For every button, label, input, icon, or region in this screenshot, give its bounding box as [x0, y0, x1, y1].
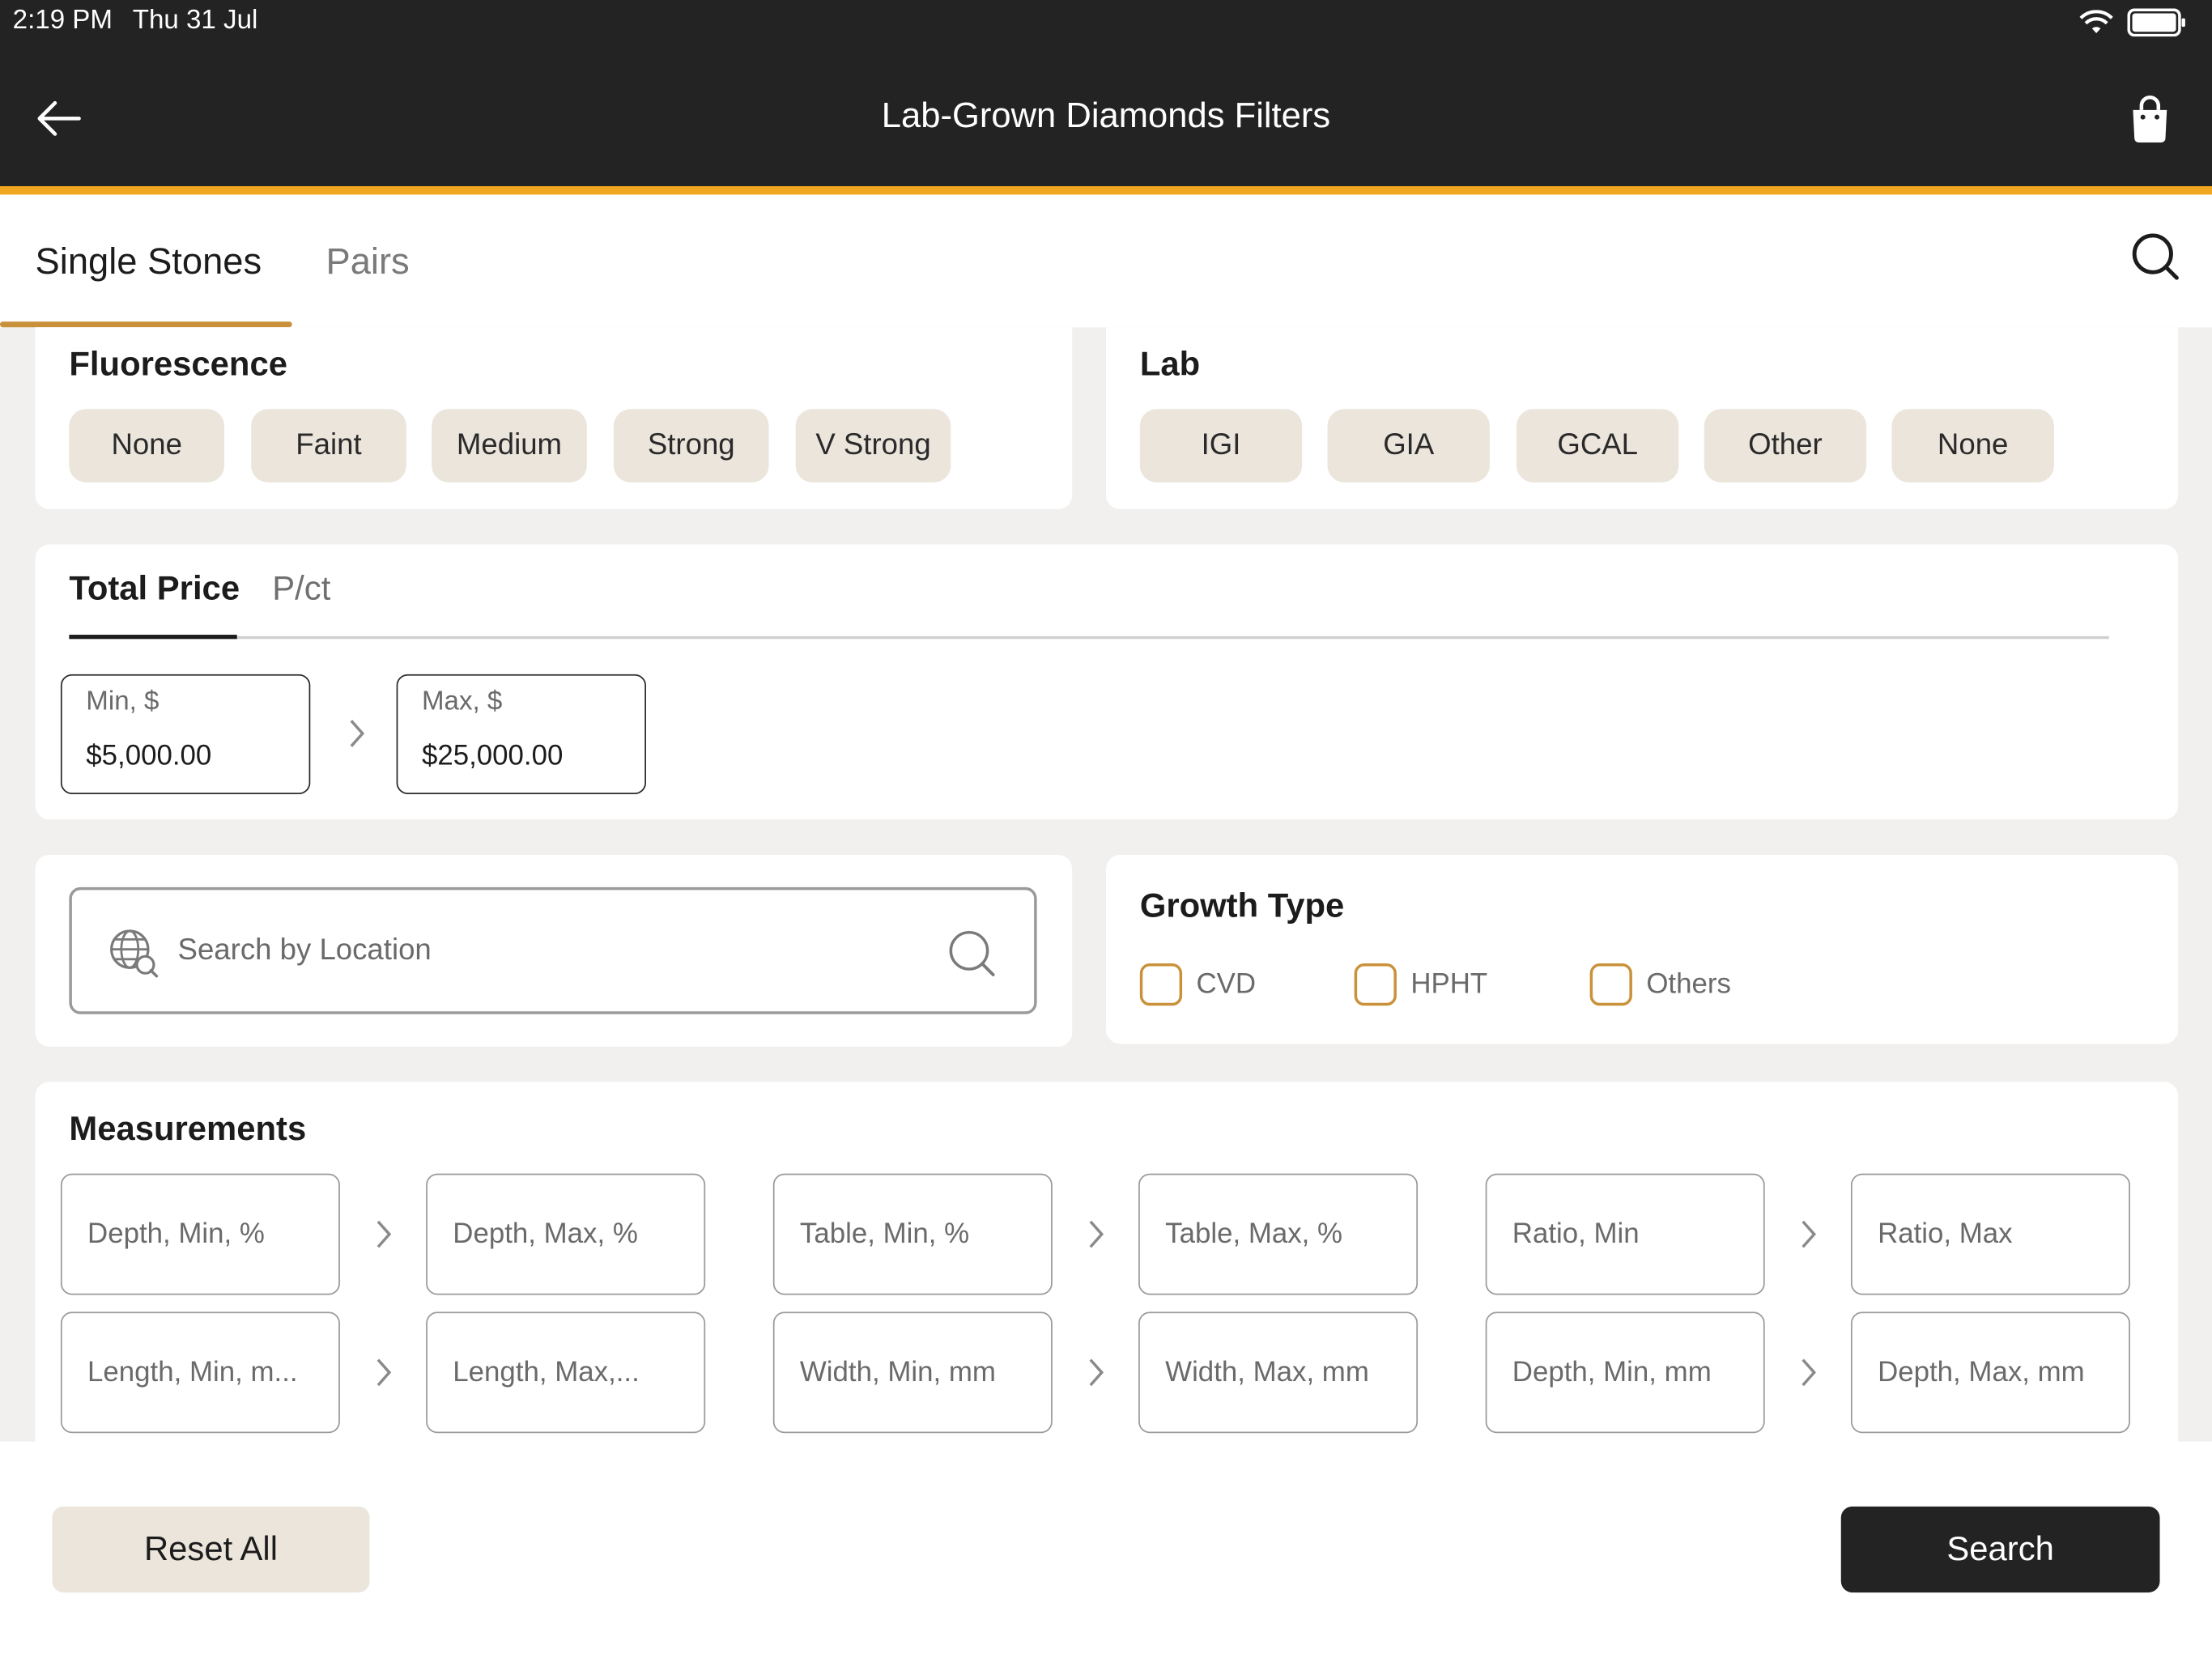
lab-option-igi[interactable]: IGI: [1139, 409, 1303, 483]
lab-option-other[interactable]: Other: [1704, 409, 1867, 483]
location-card: Search by Location: [35, 854, 1073, 1047]
lab-option-none[interactable]: None: [1891, 409, 2054, 483]
price-min-field[interactable]: Min, $ $5,000.00: [60, 674, 311, 794]
price-min-value: $5,000.00: [86, 740, 212, 772]
chevron-right-icon: [376, 1358, 392, 1387]
location-search-placeholder: Search by Location: [177, 933, 432, 967]
location-search-input[interactable]: Search by Location: [69, 886, 1037, 1014]
price-card: Total Price P/ct Min, $ $5,000.00 Max, $…: [35, 544, 2179, 820]
price-max-field[interactable]: Max, $ $25,000.00: [396, 674, 646, 794]
ratio-max-input[interactable]: Ratio, Max: [1850, 1173, 2130, 1295]
fluorescence-option-v-strong[interactable]: V Strong: [795, 409, 951, 483]
depth-max-percent-input[interactable]: Depth, Max, %: [426, 1173, 706, 1295]
app-root: 2:19 PM Thu 31 Jul Lab-Grown Diamonds Fi…: [0, 0, 2212, 1658]
lab-option-gcal[interactable]: GCAL: [1516, 409, 1679, 483]
chevron-right-icon: [1802, 1358, 1816, 1387]
reset-all-button[interactable]: Reset All: [52, 1506, 370, 1593]
tab-price-per-carat[interactable]: P/ct: [272, 570, 330, 610]
checkbox-cvd-label: CVD: [1196, 968, 1257, 1001]
ratio-min-input[interactable]: Ratio, Min: [1485, 1173, 1765, 1295]
checkbox-cvd[interactable]: [1139, 963, 1183, 1006]
depth-min-mm-input[interactable]: Depth, Min, mm: [1485, 1312, 1765, 1434]
lab-title: Lab: [1139, 345, 1201, 384]
fluorescence-option-none[interactable]: None: [69, 409, 225, 483]
status-date: Thu 31 Jul: [132, 5, 258, 36]
length-min-mm-input[interactable]: Length, Min, m...: [60, 1312, 340, 1434]
measurements-title: Measurements: [69, 1110, 307, 1149]
depth-max-mm-input[interactable]: Depth, Max, mm: [1850, 1312, 2130, 1434]
shopping-bag-icon: [2133, 96, 2167, 142]
search-submit-button[interactable]: Search: [1840, 1506, 2160, 1593]
lab-card: Lab IGI GIA GCAL Other None: [1106, 327, 2179, 509]
checkbox-hpht-label: HPHT: [1410, 968, 1488, 1001]
tab-single-stones[interactable]: Single Stones: [36, 240, 262, 283]
chevron-right-icon: [376, 1220, 392, 1248]
fluorescence-option-strong[interactable]: Strong: [613, 409, 769, 483]
wifi-icon: [2079, 10, 2113, 33]
search-icon: [2132, 233, 2179, 280]
search-icon: [949, 930, 995, 976]
width-min-mm-input[interactable]: Width, Min, mm: [772, 1312, 1053, 1434]
growth-type-title: Growth Type: [1139, 886, 1345, 925]
length-max-mm-input[interactable]: Length, Max,...: [426, 1312, 706, 1434]
tab-bar: Single Stones Pairs: [0, 194, 2212, 328]
chevron-right-icon: [1802, 1220, 1816, 1248]
price-min-label: Min, $: [86, 687, 160, 717]
chevron-right-icon: [350, 720, 365, 747]
fluorescence-title: Fluorescence: [69, 345, 287, 384]
checkbox-hpht[interactable]: [1354, 963, 1397, 1006]
fluorescence-card: Fluorescence None Faint Medium Strong V …: [35, 327, 1073, 509]
fluorescence-option-medium[interactable]: Medium: [432, 409, 587, 483]
price-max-value: $25,000.00: [421, 740, 564, 772]
price-tabs-divider: [69, 636, 2109, 639]
table-min-percent-input[interactable]: Table, Min, %: [772, 1173, 1053, 1295]
cart-button[interactable]: [2121, 91, 2178, 147]
page-title: Lab-Grown Diamonds Filters: [881, 96, 1331, 136]
footer-bar: Reset All Search: [0, 1441, 2212, 1658]
tab-total-price[interactable]: Total Price: [69, 570, 240, 610]
top-bar: 2:19 PM Thu 31 Jul Lab-Grown Diamonds Fi…: [0, 0, 2212, 186]
fluorescence-option-faint[interactable]: Faint: [251, 409, 406, 483]
depth-min-percent-input[interactable]: Depth, Min, %: [60, 1173, 340, 1295]
battery-icon: [2127, 8, 2185, 37]
price-max-label: Max, $: [421, 687, 503, 717]
width-max-mm-input[interactable]: Width, Max, mm: [1138, 1312, 1419, 1434]
globe-search-icon: [110, 929, 159, 978]
table-max-percent-input[interactable]: Table, Max, %: [1138, 1173, 1419, 1295]
chevron-right-icon: [1089, 1358, 1104, 1387]
checkbox-others[interactable]: [1589, 963, 1632, 1006]
measurements-card: Measurements Depth, Min, % Depth, Max, %…: [35, 1082, 2179, 1463]
chevron-right-icon: [1089, 1220, 1104, 1248]
status-icons: [2079, 8, 2186, 37]
price-tab-indicator: [69, 635, 237, 639]
growth-type-card: Growth Type CVD HPHT Others: [1106, 854, 2179, 1044]
active-tab-indicator: [0, 321, 292, 328]
search-button[interactable]: [2127, 228, 2184, 285]
tab-pairs[interactable]: Pairs: [325, 240, 409, 283]
checkbox-others-label: Others: [1646, 968, 1731, 1001]
lab-option-gia[interactable]: GIA: [1327, 409, 1490, 483]
header-accent-bar: [0, 185, 2212, 195]
status-time: 2:19 PM: [12, 5, 113, 36]
